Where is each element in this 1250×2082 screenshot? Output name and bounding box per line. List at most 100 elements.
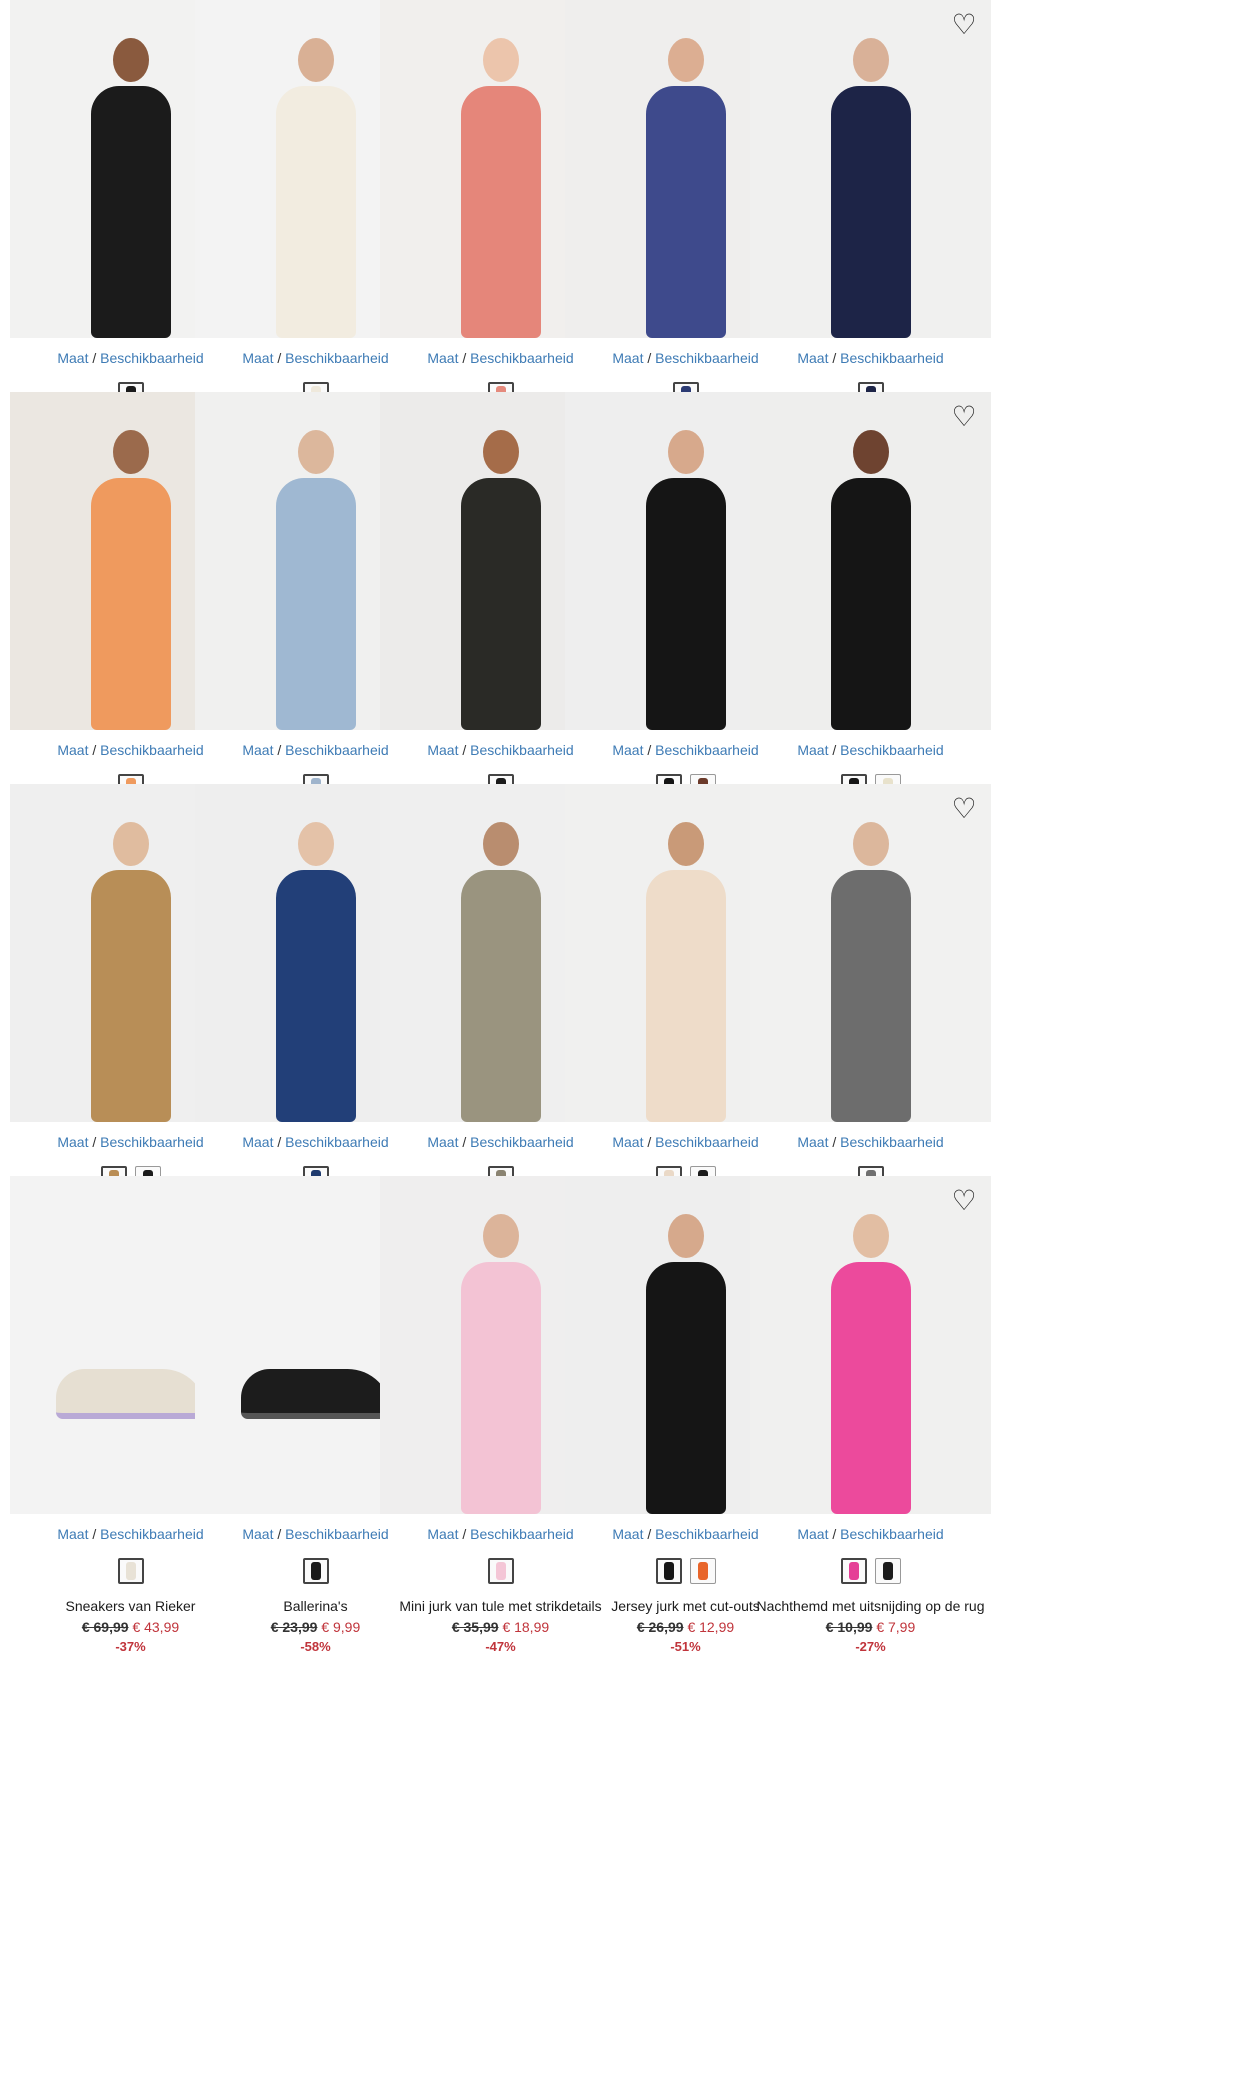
model-head [852,38,889,82]
model-head [112,430,149,474]
model-illustration [455,430,547,730]
shoe-illustration [240,1369,391,1419]
size-label: Maat [242,350,274,366]
availability-label: Beschikbaarheid [470,350,574,366]
swatch-color [882,1562,893,1580]
swatch-color [310,1562,321,1580]
size-label: Maat [57,742,89,758]
size-label: Maat [242,1134,274,1150]
color-swatches [750,1558,991,1588]
size-label: Maat [242,1526,274,1542]
size-label: Maat [797,742,829,758]
size-label: Maat [57,1134,89,1150]
model-outfit [460,86,541,338]
size-separator: / [832,1526,837,1542]
swatch-color [848,1562,859,1580]
model-head [667,38,704,82]
product-image[interactable]: ♡ [750,1176,991,1514]
old-price: € 23,99 [270,1619,318,1635]
size-availability-link[interactable]: Maat / Beschikbaarheid [750,350,991,366]
model-illustration [85,822,177,1122]
product-title[interactable]: Nachthemd met uitsnijding op de rug [750,1598,991,1614]
color-swatch[interactable] [655,1558,682,1584]
product-image[interactable]: ♡ [750,0,991,338]
availability-label: Beschikbaarheid [470,1526,574,1542]
model-outfit [645,1262,726,1514]
size-label: Maat [612,742,644,758]
availability-label: Beschikbaarheid [655,1134,759,1150]
size-separator: / [92,1526,97,1542]
model-illustration [85,430,177,730]
wishlist-heart-icon[interactable]: ♡ [949,10,979,40]
product-image[interactable]: ♡ [750,392,991,730]
swatch-color [663,1562,674,1580]
model-head [852,430,889,474]
model-illustration [455,38,547,338]
model-outfit [830,870,911,1122]
model-outfit [275,478,356,730]
availability-label: Beschikbaarheid [840,1526,944,1542]
size-separator: / [277,742,282,758]
model-head [112,38,149,82]
availability-label: Beschikbaarheid [840,742,944,758]
availability-label: Beschikbaarheid [285,1134,389,1150]
size-label: Maat [797,1134,829,1150]
availability-label: Beschikbaarheid [655,1526,759,1542]
availability-label: Beschikbaarheid [470,742,574,758]
shoe-illustration [55,1369,206,1419]
model-illustration [270,38,362,338]
model-head [482,1214,519,1258]
model-outfit [830,1262,911,1514]
price-line: € 10,99 € 7,99 [750,1619,991,1635]
size-label: Maat [427,1134,459,1150]
color-swatch[interactable] [302,1558,329,1584]
size-label: Maat [612,1526,644,1542]
availability-label: Beschikbaarheid [285,1526,389,1542]
size-separator: / [647,350,652,366]
size-label: Maat [427,350,459,366]
model-illustration [825,822,917,1122]
model-illustration [270,822,362,1122]
availability-label: Beschikbaarheid [285,350,389,366]
model-outfit [90,478,171,730]
availability-label: Beschikbaarheid [100,1134,204,1150]
availability-label: Beschikbaarheid [100,1526,204,1542]
model-illustration [825,38,917,338]
color-swatch[interactable] [874,1558,901,1584]
product-image[interactable]: ♡ [750,784,991,1122]
model-illustration [640,822,732,1122]
sale-price: € 12,99 [687,1619,735,1635]
size-separator: / [647,742,652,758]
availability-label: Beschikbaarheid [100,350,204,366]
swatch-color [697,1562,708,1580]
model-outfit [460,870,541,1122]
sale-price: € 9,99 [321,1619,361,1635]
model-illustration [825,430,917,730]
size-separator: / [462,1134,467,1150]
old-price: € 26,99 [636,1619,684,1635]
size-availability-link[interactable]: Maat / Beschikbaarheid [750,1526,991,1542]
size-separator: / [832,1134,837,1150]
wishlist-heart-icon[interactable]: ♡ [949,1186,979,1216]
wishlist-heart-icon[interactable]: ♡ [949,402,979,432]
size-separator: / [277,1134,282,1150]
model-outfit [275,870,356,1122]
size-label: Maat [612,1134,644,1150]
product-card[interactable]: ♡ Maat / Beschikbaarheid Nachthemd met uit… [750,1176,991,1698]
color-swatch[interactable] [689,1558,716,1584]
model-head [852,1214,889,1258]
model-outfit [90,870,171,1122]
color-swatch[interactable] [487,1558,514,1584]
size-availability-link[interactable]: Maat / Beschikbaarheid [750,742,991,758]
color-swatch[interactable] [840,1558,867,1584]
wishlist-heart-icon[interactable]: ♡ [949,794,979,824]
product-row: ♡Maat / BeschikbaarheidSneakers van Riek… [10,1176,1242,1698]
availability-label: Beschikbaarheid [840,1134,944,1150]
availability-label: Beschikbaarheid [840,350,944,366]
model-illustration [640,430,732,730]
color-swatch[interactable] [117,1558,144,1584]
old-price: € 35,99 [451,1619,499,1635]
size-availability-link[interactable]: Maat / Beschikbaarheid [750,1134,991,1150]
model-head [297,430,334,474]
model-outfit [645,478,726,730]
